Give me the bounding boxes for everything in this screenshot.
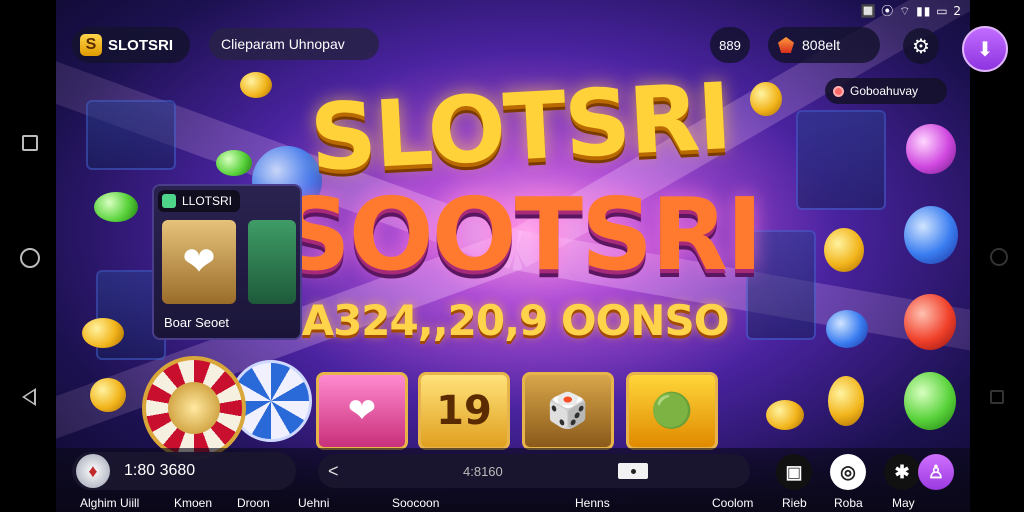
search-field[interactable]: Clieparam Uhnopav [209,28,379,60]
promo-text: Goboahuvay [850,84,919,98]
nav-label[interactable]: Kmoen [174,496,212,510]
gold-coin [824,228,864,272]
ticket-icon[interactable] [618,463,648,479]
green-coin [216,150,252,176]
gold-coin [828,376,864,426]
ghost-recents-icon [990,390,1004,404]
green-coin [904,372,956,430]
green-coin [94,192,138,222]
game-tile-19[interactable]: 19 [418,372,510,450]
logo-text: SLOTSRI [108,36,174,54]
nav-label[interactable]: Henns [575,496,610,510]
balance-display[interactable]: 808elt [768,27,880,63]
nav-label[interactable]: Alghim Uiill [80,496,139,510]
profile-icon[interactable]: ♙ [918,454,954,490]
recents-icon[interactable] [22,135,38,151]
grid-menu-icon[interactable]: ▣ [776,454,812,490]
system-status-bar: 🔲 ⦿ ⌔ ▮▮ ▭ 2 [860,4,962,18]
home-icon[interactable] [20,248,40,268]
game-tile-heart[interactable]: ❤ [316,372,408,450]
android-nav-bar [0,0,56,512]
nav-label[interactable]: Soocoon [392,496,439,510]
gold-coin [82,318,124,348]
card-badge-icon [162,194,176,208]
user-value: 1:80 3680 [124,462,196,479]
gold-coin [90,378,126,412]
red-coin [904,294,956,350]
card-label: Boar Seoet [164,315,230,330]
nav-label[interactable]: Roba [834,496,863,510]
target-icon[interactable]: ◎ [830,454,866,490]
gift-download-icon[interactable]: ⬇ [962,26,1008,72]
card-header: LLOTSRI [158,190,241,212]
star-burst-icon[interactable]: ✱ [884,454,920,490]
avatar[interactable]: ♦ [76,454,110,488]
logo-badge[interactable]: S SLOTSRI [72,27,190,63]
red-roulette-wheel [142,356,246,460]
hero-title-line2: SOOTSRI [278,176,763,293]
balance-value: 808elt [802,37,841,53]
game-tile-dice[interactable]: 🎲 [522,372,614,450]
blue-coin [826,310,868,348]
right-rail [970,0,1024,512]
logo-mark: S [80,34,102,56]
purple-coin [906,124,956,174]
slot-cabinet-bg [86,100,176,170]
promo-tag[interactable]: Goboahuvay [825,78,947,104]
middle-value: 4:8160 [463,463,503,479]
jackpot-amount: A324,,20,9 OONSO [301,296,730,345]
middle-panel[interactable]: < 4:8160 [318,454,750,488]
feature-game-card[interactable]: LLOTSRI ❤ Boar Seoet [152,184,302,340]
gold-coin [766,400,804,430]
count-badge[interactable]: 889 [710,27,750,63]
nav-label[interactable]: Droon [237,496,270,510]
user-panel[interactable]: ♦ 1:80 3680 [72,452,296,490]
settings-gear-icon[interactable]: ⚙ [903,28,939,64]
ghost-home-icon [990,248,1008,266]
game-tile-green-orb[interactable]: 🟢 [626,372,718,450]
nav-label[interactable]: Uehni [298,496,329,510]
card-side-art [248,220,296,304]
back-icon[interactable] [22,388,36,406]
card-heart-art: ❤ [162,220,236,304]
chevron-left-icon[interactable]: < [328,461,339,482]
blue-coin [904,206,958,264]
nav-label[interactable]: Coolom [712,496,753,510]
promo-dot-icon [833,85,844,97]
gem-icon [778,37,794,53]
nav-label[interactable]: Rieb [782,496,807,510]
card-header-text: LLOTSRI [182,194,233,208]
slot-cabinet-bg [796,110,886,210]
nav-label[interactable]: May [892,496,915,510]
